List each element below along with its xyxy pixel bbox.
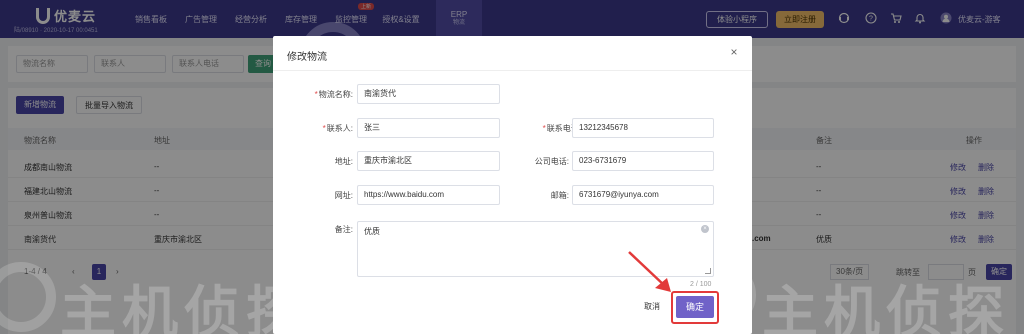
dialog-title: 修改物流 bbox=[287, 52, 327, 63]
remark-label: 备注: bbox=[334, 225, 353, 234]
name-label-text: 物流名称: bbox=[318, 90, 353, 99]
email-label: 邮箱: bbox=[550, 191, 569, 200]
resize-handle-icon[interactable] bbox=[705, 268, 711, 274]
website-label: 网址: bbox=[334, 191, 353, 200]
company-phone-label: 公司电话: bbox=[534, 157, 569, 166]
email-input[interactable]: 6731679@iyunya.com bbox=[572, 185, 714, 205]
clear-icon[interactable]: × bbox=[701, 225, 709, 233]
address-input[interactable]: 重庆市渝北区 bbox=[357, 151, 500, 171]
logistics-name-input[interactable]: 南渝货代 bbox=[357, 84, 500, 104]
red-arrow-icon bbox=[628, 251, 671, 292]
edit-logistics-dialog: 修改物流 × *物流名称: 南渝货代 *联系人: 张三 *联系电话: 13212… bbox=[273, 36, 752, 334]
contact-label-text: 联系人: bbox=[326, 124, 353, 133]
confirm-button[interactable]: 确定 bbox=[676, 296, 714, 318]
website-input[interactable]: https://www.baidu.com bbox=[357, 185, 500, 205]
name-label: *物流名称: bbox=[314, 90, 353, 99]
cancel-button[interactable]: 取消 bbox=[637, 298, 667, 316]
char-counter: 2 / 100 bbox=[690, 281, 712, 288]
contact-label: *联系人: bbox=[322, 124, 353, 133]
divider bbox=[273, 70, 752, 71]
address-label: 地址: bbox=[334, 157, 353, 166]
phone-input[interactable]: 13212345678 bbox=[572, 118, 714, 138]
contact-input[interactable]: 张三 bbox=[357, 118, 500, 138]
close-icon[interactable]: × bbox=[728, 45, 740, 59]
remark-value: 优质 bbox=[364, 227, 380, 236]
company-phone-input[interactable]: 023-6731679 bbox=[572, 151, 714, 171]
